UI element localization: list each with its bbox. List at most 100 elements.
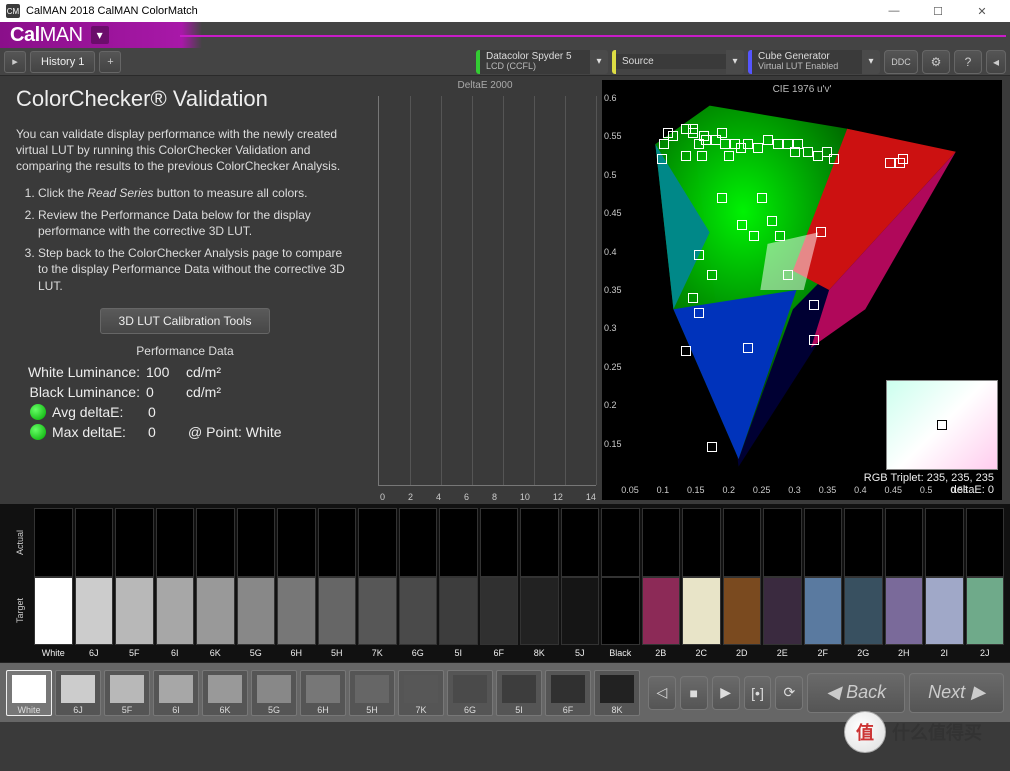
thumb-5f[interactable]: 5F — [104, 670, 150, 716]
swatch-target[interactable] — [804, 577, 843, 646]
generator-selector[interactable]: Cube GeneratorVirtual LUT Enabled ▾ — [748, 50, 880, 74]
thumb-5i[interactable]: 5I — [496, 670, 542, 716]
swatch-target[interactable] — [925, 577, 964, 646]
thumb-white[interactable]: White — [6, 670, 52, 716]
swatch-target[interactable] — [318, 577, 357, 646]
swatch-actual[interactable] — [844, 508, 883, 577]
loop-button[interactable]: ⟳ — [775, 676, 803, 710]
thumb-6g[interactable]: 6G — [447, 670, 493, 716]
swatch-actual[interactable] — [318, 508, 357, 577]
swatch-target[interactable] — [439, 577, 478, 646]
swatch-label: White — [34, 648, 73, 658]
swatch-target[interactable] — [520, 577, 559, 646]
thumb-6j[interactable]: 6J — [55, 670, 101, 716]
swatch-actual[interactable] — [520, 508, 559, 577]
swatch-target[interactable] — [763, 577, 802, 646]
swatch-target[interactable] — [561, 577, 600, 646]
swatch-actual[interactable] — [561, 508, 600, 577]
cie-readout: RGB Triplet: 235, 235, 235 deltaE: 0 — [864, 472, 994, 496]
swatch-target[interactable] — [115, 577, 154, 646]
swatch-target[interactable] — [75, 577, 114, 646]
swatch-target[interactable] — [358, 577, 397, 646]
ddc-button[interactable]: DDC — [884, 50, 918, 74]
swatch-actual[interactable] — [804, 508, 843, 577]
swatch-actual[interactable] — [682, 508, 721, 577]
settings-button[interactable]: ⚙ — [922, 50, 950, 74]
swatch-target[interactable] — [399, 577, 438, 646]
swatch-target[interactable] — [682, 577, 721, 646]
swatch-actual[interactable] — [601, 508, 640, 577]
max-deltae-value: 0 — [148, 424, 188, 440]
avg-deltae-led — [30, 404, 46, 420]
thumb-5g[interactable]: 5G — [251, 670, 297, 716]
cie-inset — [886, 380, 998, 470]
lut-tools-button[interactable]: 3D LUT Calibration Tools — [100, 308, 271, 334]
swatch-label: 5G — [237, 648, 276, 658]
thumb-7k[interactable]: 7K — [398, 670, 444, 716]
inset-deltae: deltaE: 0 — [864, 484, 994, 496]
stop-button[interactable]: ■ — [680, 676, 708, 710]
thumb-5h[interactable]: 5H — [349, 670, 395, 716]
swatch-target[interactable] — [642, 577, 681, 646]
thumb-8k[interactable]: 8K — [594, 670, 640, 716]
swatch-actual[interactable] — [34, 508, 73, 577]
black-luminance-label: Black Luminance: — [16, 384, 146, 400]
history-tab[interactable]: History 1 — [30, 51, 95, 73]
help-button[interactable]: ? — [954, 50, 982, 74]
thumb-6f[interactable]: 6F — [545, 670, 591, 716]
swatch-target[interactable] — [480, 577, 519, 646]
swatch-actual[interactable] — [277, 508, 316, 577]
step-1: Click the Read Series button to measure … — [38, 185, 354, 201]
play-button[interactable]: ▶ — [712, 676, 740, 710]
swatch-actual[interactable] — [399, 508, 438, 577]
thumb-6h[interactable]: 6H — [300, 670, 346, 716]
swatch-label: Black — [601, 648, 640, 658]
swatch-label: 2D — [723, 648, 762, 658]
thumb-6k[interactable]: 6K — [202, 670, 248, 716]
swatch-target[interactable] — [966, 577, 1005, 646]
swatch-actual[interactable] — [885, 508, 924, 577]
chevron-down-icon: ▾ — [726, 50, 744, 74]
collapse-button[interactable]: ◂ — [986, 50, 1006, 74]
swatch-label: 5F — [115, 648, 154, 658]
brand-menu-button[interactable]: ▾ — [91, 26, 109, 44]
swatch-actual[interactable] — [196, 508, 235, 577]
swatch-actual[interactable] — [925, 508, 964, 577]
next-button[interactable]: Next▶ — [909, 673, 1004, 713]
thumb-6i[interactable]: 6I — [153, 670, 199, 716]
swatch-actual[interactable] — [723, 508, 762, 577]
swatch-target[interactable] — [156, 577, 195, 646]
swatch-target[interactable] — [844, 577, 883, 646]
swatch-label: 5I — [439, 648, 478, 658]
swatch-label: 2E — [763, 648, 802, 658]
close-button[interactable]: ✕ — [960, 0, 1004, 22]
swatch-actual[interactable] — [115, 508, 154, 577]
prev-button[interactable]: ◁ — [648, 676, 676, 710]
swatch-target[interactable] — [196, 577, 235, 646]
swatch-target[interactable] — [723, 577, 762, 646]
maximize-button[interactable]: ☐ — [916, 0, 960, 22]
swatch-target[interactable] — [237, 577, 276, 646]
swatch-target[interactable] — [601, 577, 640, 646]
swatch-actual[interactable] — [358, 508, 397, 577]
source-selector[interactable]: Source ▾ — [612, 50, 744, 74]
swatch-target[interactable] — [34, 577, 73, 646]
swatch-actual[interactable] — [480, 508, 519, 577]
swatch-target[interactable] — [277, 577, 316, 646]
swatch-actual[interactable] — [763, 508, 802, 577]
swatch-actual[interactable] — [966, 508, 1005, 577]
swatch-actual[interactable] — [237, 508, 276, 577]
main-area: ColorChecker® Validation You can validat… — [0, 76, 1010, 504]
nav-expand-button[interactable]: ▸ — [4, 51, 26, 73]
swatch-target[interactable] — [885, 577, 924, 646]
swatch-actual[interactable] — [642, 508, 681, 577]
swatch-actual[interactable] — [75, 508, 114, 577]
swatch-actual[interactable] — [439, 508, 478, 577]
swatch-actual[interactable] — [156, 508, 195, 577]
read-series-button[interactable]: [•] — [744, 676, 772, 710]
meter-selector[interactable]: Datacolor Spyder 5LCD (CCFL) ▾ — [476, 50, 608, 74]
swatch-strip: Actual Target White6J5F6I6K5G6H5H7K6G5I6… — [0, 504, 1010, 662]
add-tab-button[interactable]: + — [99, 51, 121, 73]
minimize-button[interactable]: — — [872, 0, 916, 22]
back-button[interactable]: ◀Back — [807, 673, 905, 713]
